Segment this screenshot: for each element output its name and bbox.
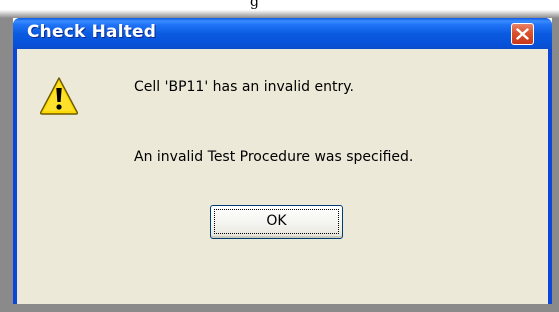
background-text: g [250,0,259,10]
screen: g Check Halted Cell 'BP11' has an invali… [0,0,559,312]
background-bottom [13,304,552,312]
ok-button[interactable]: OK [210,205,343,239]
close-icon [516,28,529,40]
message-dialog: Check Halted Cell 'BP11' has an invalid … [13,18,552,304]
warning-icon [39,77,79,115]
title-bar[interactable]: Check Halted [13,18,552,49]
message-line-1: Cell 'BP11' has an invalid entry. [134,79,354,95]
dialog-body: Cell 'BP11' has an invalid entry. An inv… [17,49,548,304]
background-right [552,18,559,312]
ok-button-label: OK [266,213,287,229]
background-left [0,18,13,312]
background-window: g [0,0,559,18]
close-button[interactable] [511,23,534,45]
dialog-title: Check Halted [27,22,157,42]
message-line-2: An invalid Test Procedure was specified. [134,149,414,165]
